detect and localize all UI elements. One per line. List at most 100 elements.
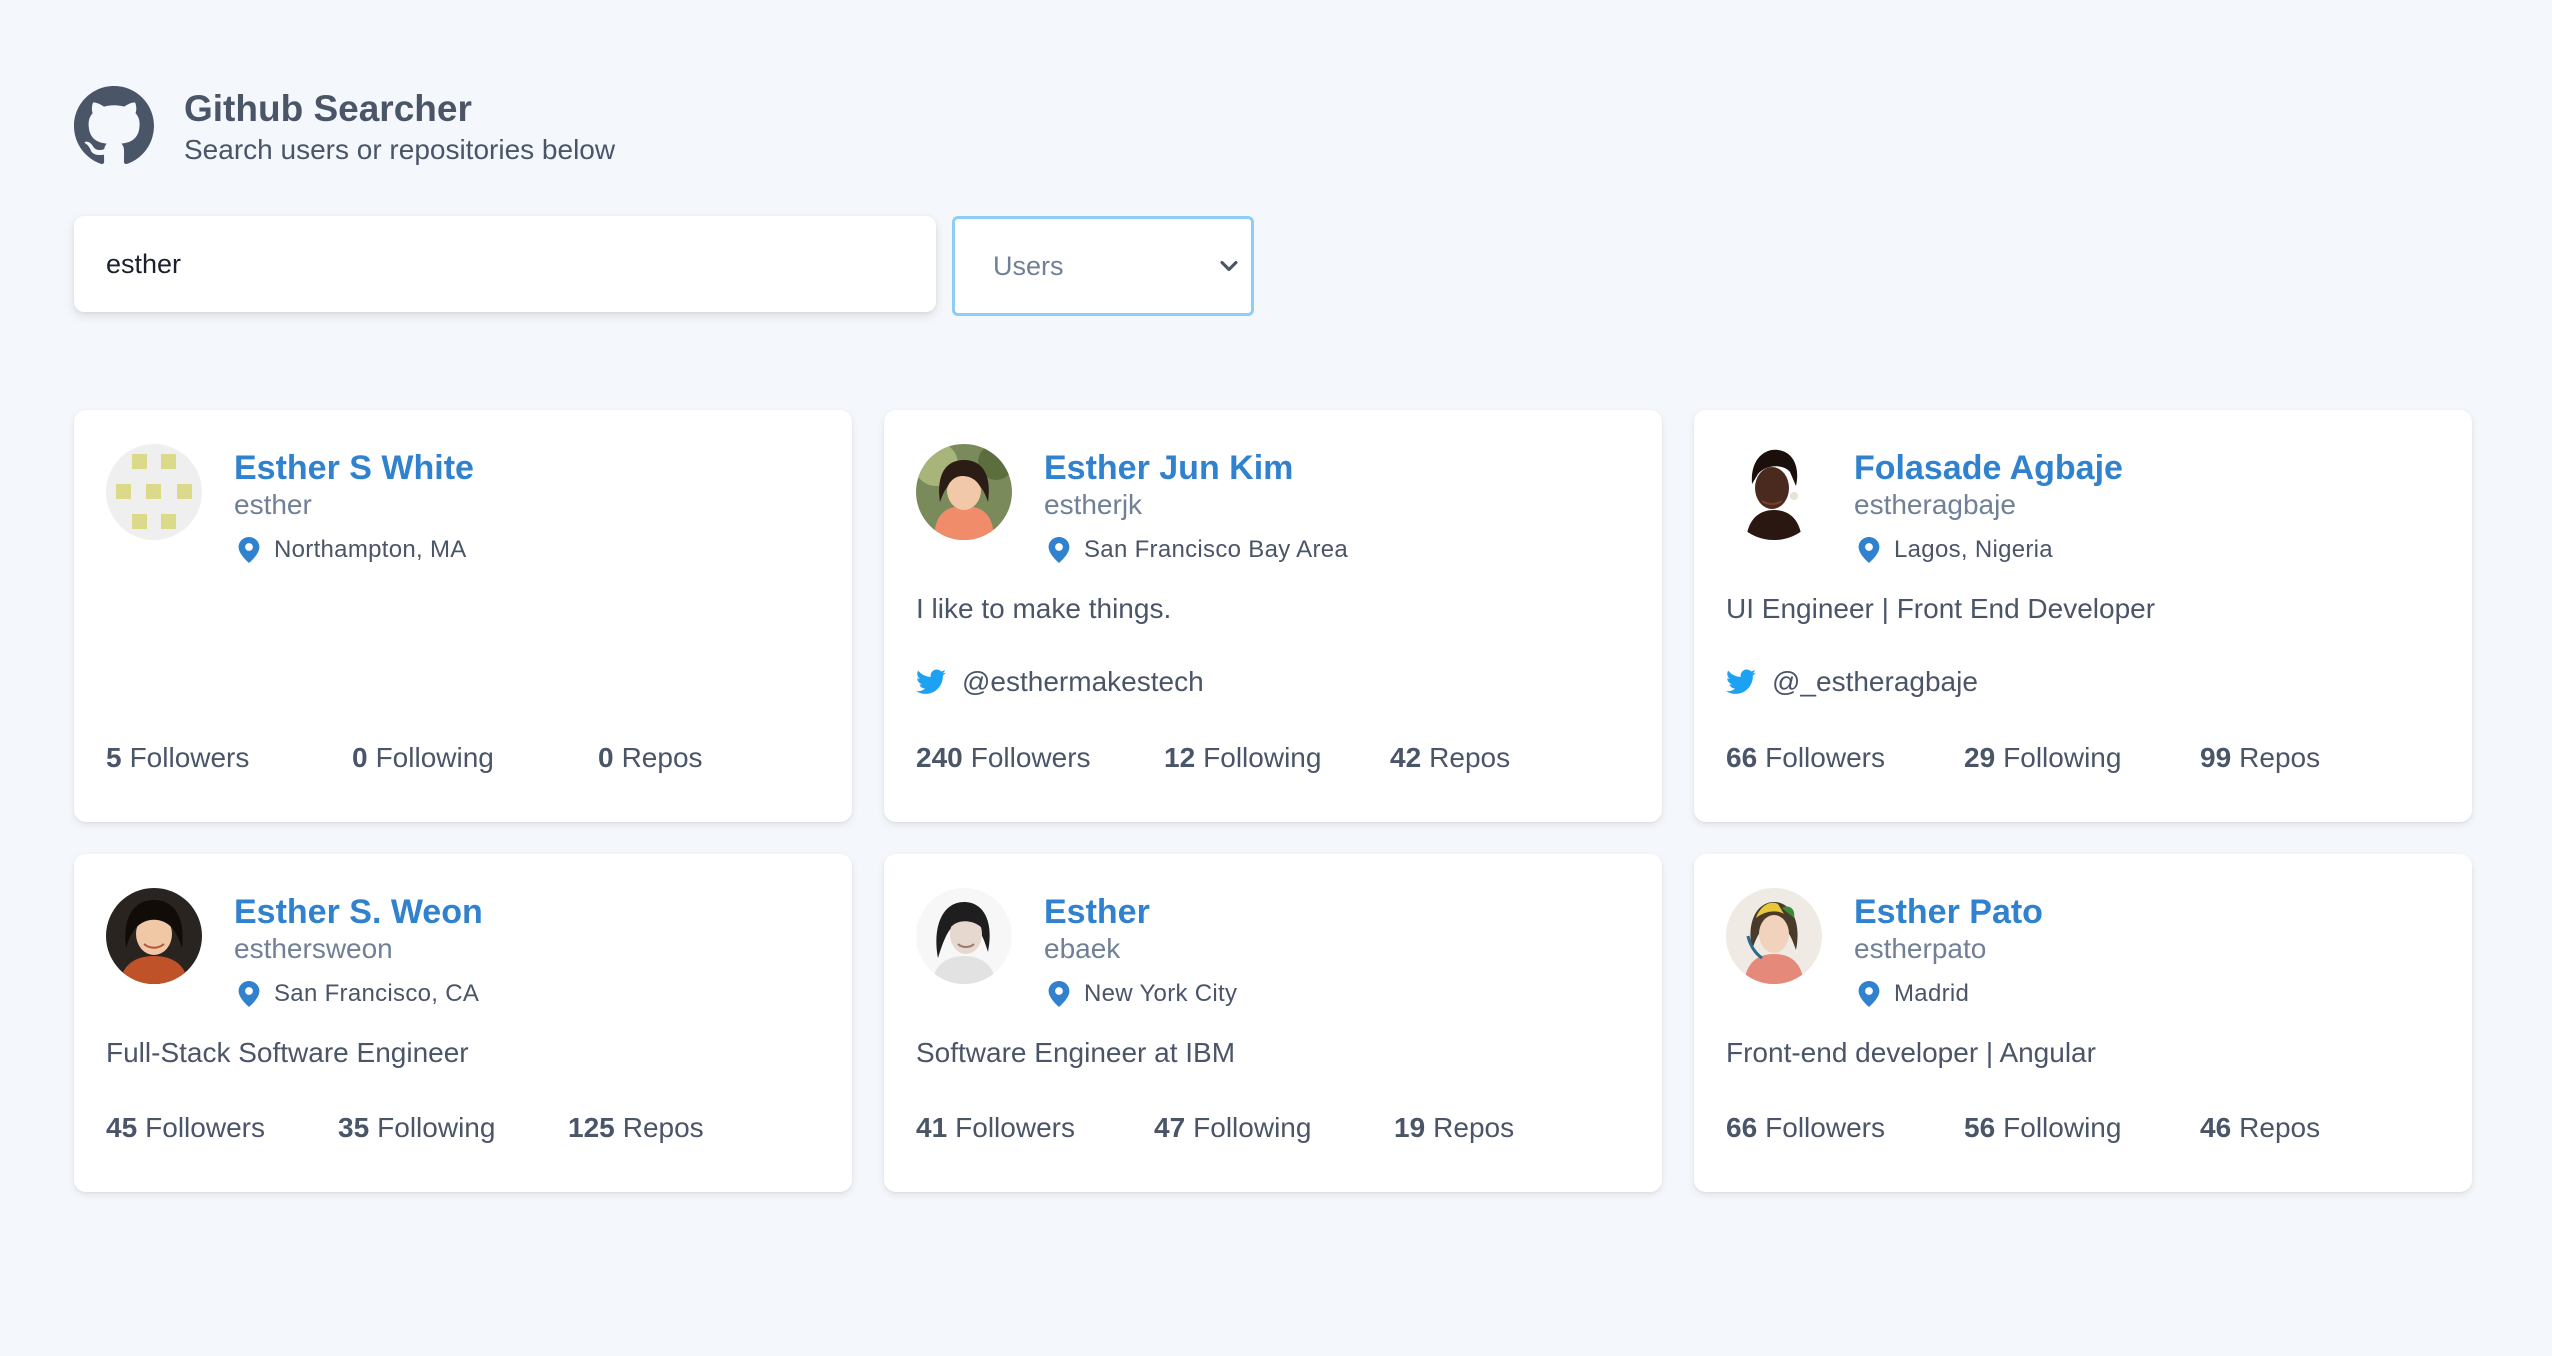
following-label: Following: [377, 1112, 496, 1143]
followers-count: 45: [106, 1112, 138, 1143]
user-location-text: San Francisco, CA: [274, 980, 480, 1007]
repos-label: Repos: [1433, 1112, 1515, 1143]
location-pin-icon: [238, 537, 260, 563]
twitter-handle: @_estheragbaje: [1772, 666, 1978, 697]
following-stat: 0 Following: [352, 742, 598, 774]
user-login: ebaek: [1044, 933, 1121, 964]
repos-label: Repos: [2239, 742, 2321, 773]
user-bio: Front-end developer | Angular: [1726, 1037, 2096, 1068]
followers-stat: 5 Followers: [106, 742, 352, 774]
followers-label: Followers: [1765, 1112, 1885, 1143]
avatar: [916, 888, 1012, 984]
user-stats: 45 Followers 35 Following 125 Repos: [106, 1112, 704, 1144]
user-location: San Francisco Bay Area: [1044, 536, 1348, 564]
user-stats: 66 Followers 56 Following 46 Repos: [1726, 1112, 2320, 1144]
twitter-icon: [1726, 669, 1756, 694]
user-stats: 41 Followers 47 Following 19 Repos: [916, 1112, 1514, 1144]
user-location-text: Lagos, Nigeria: [1894, 536, 2053, 563]
followers-count: 240: [916, 742, 963, 773]
user-login: estheragbaje: [1854, 489, 2016, 520]
following-count: 35: [338, 1112, 370, 1143]
user-name[interactable]: Esther S White: [234, 448, 474, 488]
user-bio: I like to make things.: [916, 593, 1172, 624]
location-pin-icon: [238, 981, 260, 1007]
search-type-value: Users: [993, 250, 1064, 281]
user-name[interactable]: Esther Jun Kim: [1044, 448, 1348, 488]
repos-count: 99: [2200, 742, 2232, 773]
repos-stat: 46 Repos: [2200, 1112, 2320, 1144]
following-count: 29: [1964, 742, 1996, 773]
user-bio: Software Engineer at IBM: [916, 1037, 1236, 1068]
location-pin-icon: [1048, 537, 1070, 563]
user-card[interactable]: Esther S White esther Northampton, MA 5F…: [74, 410, 852, 822]
followers-stat: 66 Followers: [1726, 742, 1964, 774]
following-label: Following: [1203, 742, 1322, 773]
user-login: estherjk: [1044, 489, 1143, 520]
followers-label: Followers: [1765, 742, 1885, 773]
repos-count: 19: [1394, 1112, 1426, 1143]
repos-count: 125: [568, 1112, 615, 1143]
user-card[interactable]: Esther S. Weon esthersweon San Francisco…: [74, 854, 852, 1192]
followers-count: 41: [916, 1112, 948, 1143]
following-stat: 12 Following: [1164, 742, 1390, 774]
following-label: Following: [2003, 1112, 2122, 1143]
twitter-handle: @esthermakestech: [962, 666, 1204, 697]
following-stat: 35 Following: [338, 1112, 568, 1144]
repos-count: 42: [1390, 742, 1422, 773]
following-label: Following: [2003, 742, 2122, 773]
avatar: [1726, 888, 1822, 984]
repos-label: Repos: [622, 1112, 704, 1143]
user-location: San Francisco, CA: [234, 980, 483, 1008]
user-twitter[interactable]: @_estheragbaje: [1726, 666, 2440, 698]
avatar: [1726, 444, 1822, 540]
followers-stat: 66 Followers: [1726, 1112, 1964, 1144]
following-stat: 56 Following: [1964, 1112, 2200, 1144]
search-input[interactable]: [74, 216, 936, 312]
repos-stat: 0 Repos: [598, 742, 703, 774]
followers-label: Followers: [955, 1112, 1075, 1143]
user-name[interactable]: Esther: [1044, 892, 1237, 932]
avatar: [106, 444, 202, 540]
user-location-text: Madrid: [1894, 980, 1970, 1007]
repos-stat: 42 Repos: [1390, 742, 1510, 774]
followers-count: 66: [1726, 1112, 1758, 1143]
user-stats: 5 Followers 0 Following 0 Repos: [106, 742, 703, 774]
user-card[interactable]: Esther Jun Kim estherjk San Francisco Ba…: [884, 410, 1662, 822]
user-name[interactable]: Esther Pato: [1854, 892, 2043, 932]
location-pin-icon: [1858, 981, 1880, 1007]
user-login: esthersweon: [234, 933, 393, 964]
user-card[interactable]: Esther ebaek New York City Software Engi…: [884, 854, 1662, 1192]
repos-label: Repos: [1429, 742, 1511, 773]
search-type-select[interactable]: Users: [952, 216, 1254, 316]
twitter-icon: [916, 669, 946, 694]
following-count: 47: [1154, 1112, 1186, 1143]
chevron-down-icon: [1220, 260, 1238, 272]
repos-count: 46: [2200, 1112, 2232, 1143]
following-count: 0: [352, 742, 368, 773]
app-header: Github Searcher Search users or reposito…: [74, 86, 615, 168]
user-twitter[interactable]: @esthermakestech: [916, 666, 1630, 698]
user-stats: 66 Followers 29 Following 99 Repos: [1726, 742, 2320, 774]
user-card[interactable]: Esther Pato estherpato Madrid Front-end …: [1694, 854, 2472, 1192]
user-name[interactable]: Esther S. Weon: [234, 892, 483, 932]
location-pin-icon: [1858, 537, 1880, 563]
followers-stat: 240 Followers: [916, 742, 1164, 774]
user-location: Madrid: [1854, 980, 2043, 1008]
user-location-text: New York City: [1084, 980, 1238, 1007]
user-bio: UI Engineer | Front End Developer: [1726, 593, 2156, 624]
user-location: Lagos, Nigeria: [1854, 536, 2123, 564]
followers-stat: 45 Followers: [106, 1112, 338, 1144]
user-location: Northampton, MA: [234, 536, 474, 564]
user-card[interactable]: Folasade Agbaje estheragbaje Lagos, Nige…: [1694, 410, 2472, 822]
user-name[interactable]: Folasade Agbaje: [1854, 448, 2123, 488]
github-icon: [74, 86, 154, 166]
followers-stat: 41 Followers: [916, 1112, 1154, 1144]
results-grid: Esther S White esther Northampton, MA 5F…: [74, 410, 2472, 1192]
app-title: Github Searcher: [184, 88, 472, 129]
following-count: 56: [1964, 1112, 1996, 1143]
followers-label: Followers: [970, 742, 1091, 773]
following-label: Following: [1193, 1112, 1312, 1143]
location-pin-icon: [1048, 981, 1070, 1007]
repos-stat: 99 Repos: [2200, 742, 2320, 774]
followers-label: Followers: [145, 1112, 265, 1143]
